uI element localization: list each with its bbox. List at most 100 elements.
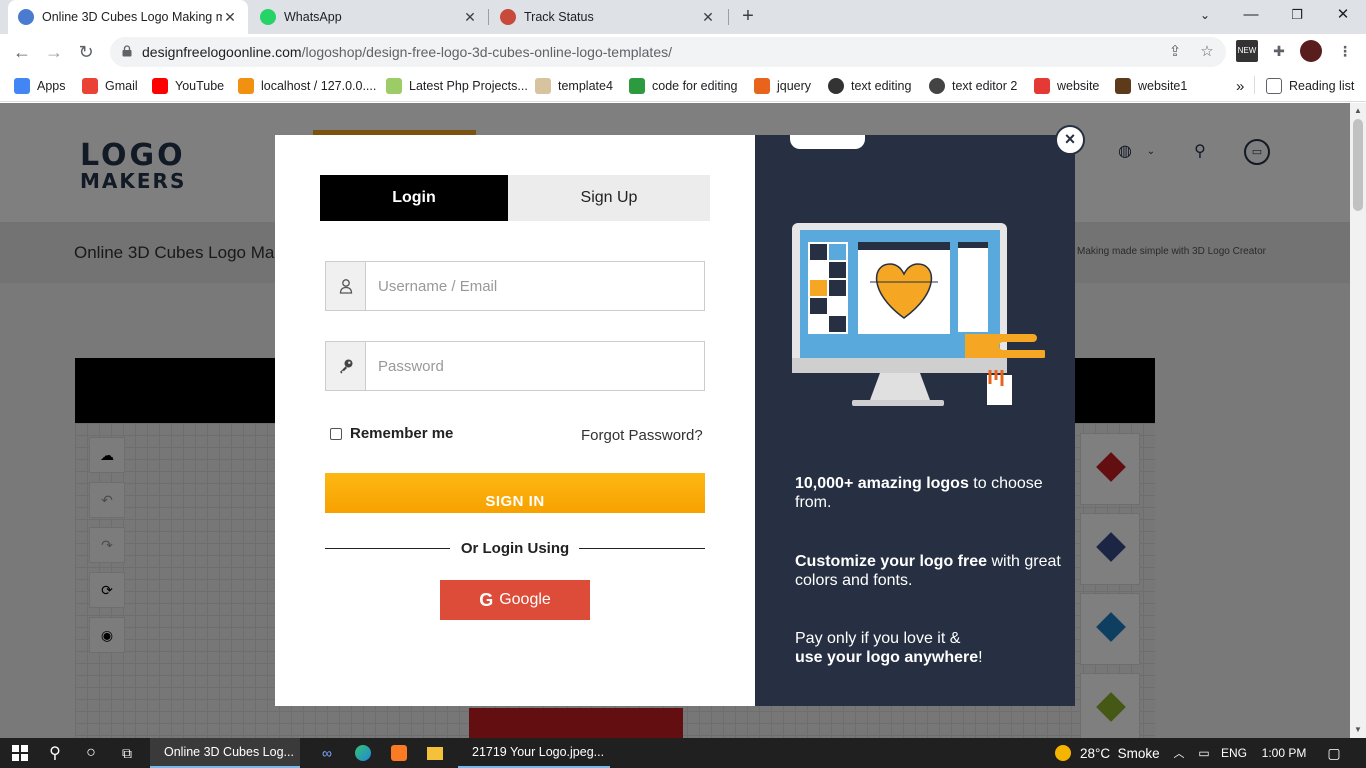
bookmark-php-projects[interactable]: Latest Php Projects... xyxy=(386,76,528,96)
search-icon[interactable]: ⚲ xyxy=(42,738,68,768)
remember-label: Remember me xyxy=(350,425,454,442)
clock[interactable]: 1:00 PM xyxy=(1256,738,1312,768)
tab-title: Online 3D Cubes Logo Making m xyxy=(42,10,222,24)
browser-tab-whatsapp[interactable]: WhatsApp ✕ xyxy=(250,0,488,34)
infinity-app-icon[interactable]: ∞ xyxy=(314,738,340,768)
url-path: /logoshop/design-free-logo-3d-cubes-onli… xyxy=(301,44,673,60)
bookmark-text-editor-2[interactable]: text editor 2 xyxy=(929,76,1017,96)
remember-me[interactable]: Remember me xyxy=(330,425,453,442)
cortana-icon[interactable]: ○ xyxy=(78,738,104,768)
google-label: Google xyxy=(499,591,551,608)
scrollbar-thumb[interactable] xyxy=(1353,119,1363,211)
language-indicator[interactable]: ENG xyxy=(1218,738,1250,768)
battery-icon[interactable]: ▭ xyxy=(1194,738,1214,768)
reading-list-label: Reading list xyxy=(1289,79,1355,93)
bookmark-youtube[interactable]: YouTube xyxy=(152,76,224,96)
browser-tab-track-status[interactable]: Track Status ✕ xyxy=(490,0,726,34)
url-domain: designfreelogoonline.com xyxy=(142,44,302,60)
bookmark-label: localhost / 127.0.0.... xyxy=(261,79,377,93)
restore-button[interactable]: ❐ xyxy=(1274,0,1320,34)
sign-in-button[interactable]: SIGN IN xyxy=(325,473,705,513)
promo-pay-text: Pay only if you love it & xyxy=(795,630,961,647)
code-icon xyxy=(629,78,645,94)
promo-pay-bold: use your logo anywhere xyxy=(795,649,979,666)
minimize-button[interactable]: — xyxy=(1228,0,1274,34)
bookmark-code-for-editing[interactable]: code for editing xyxy=(629,76,737,96)
tab-login[interactable]: Login xyxy=(320,175,508,221)
tray-chevron-up-icon[interactable]: ︿ xyxy=(1170,738,1188,768)
bookmark-label: code for editing xyxy=(652,79,738,93)
taskbar-chrome-app[interactable]: Online 3D Cubes Log... xyxy=(150,738,300,768)
reload-icon[interactable]: ↻ xyxy=(74,40,98,64)
tab-close-icon[interactable]: ✕ xyxy=(222,9,238,26)
more-bookmarks-chevron-icon[interactable]: » xyxy=(1236,76,1244,96)
browser-tab-active[interactable]: Online 3D Cubes Logo Making m ✕ xyxy=(8,0,248,34)
reading-list-icon xyxy=(1266,78,1282,94)
taskbar-chrome-label: Online 3D Cubes Log... xyxy=(164,745,294,759)
username-field xyxy=(325,261,705,311)
extension-new-icon[interactable]: NEW xyxy=(1236,40,1258,62)
reading-list-button[interactable]: Reading list xyxy=(1266,76,1354,96)
task-view-icon[interactable]: ⧉ xyxy=(114,738,140,768)
track-status-icon xyxy=(500,9,516,25)
close-window-button[interactable]: ✕ xyxy=(1320,0,1366,34)
bookmark-label: Gmail xyxy=(105,79,138,93)
forgot-password-link[interactable]: Forgot Password? xyxy=(581,427,703,444)
bookmark-label: Apps xyxy=(37,79,66,93)
tab-signup[interactable]: Sign Up xyxy=(508,175,710,221)
or-login-divider: Or Login Using xyxy=(325,539,705,559)
new-tab-button[interactable]: + xyxy=(736,5,760,29)
website1-icon xyxy=(1115,78,1131,94)
bookmark-template4[interactable]: template4 xyxy=(535,76,613,96)
xampp-icon[interactable] xyxy=(386,738,412,768)
file-explorer-icon[interactable] xyxy=(422,738,448,768)
bookmark-gmail[interactable]: Gmail xyxy=(82,76,138,96)
bookmarks-bar: Apps Gmail YouTube localhost / 127.0.0..… xyxy=(0,70,1366,102)
bookmark-text-editing[interactable]: text editing xyxy=(828,76,911,96)
address-bar[interactable]: designfreelogoonline.com/logoshop/design… xyxy=(110,37,1226,67)
gmail-icon xyxy=(82,78,98,94)
taskbar-photo-label: 21719 Your Logo.jpeg... xyxy=(472,745,605,759)
password-input[interactable] xyxy=(366,342,704,390)
bookmark-jquery[interactable]: jquery xyxy=(754,76,811,96)
edge-logo xyxy=(355,745,371,761)
back-icon[interactable]: ← xyxy=(10,40,34,64)
user-icon xyxy=(326,262,366,310)
weather-text[interactable]: 28°C Smoke xyxy=(1080,738,1170,768)
template-icon xyxy=(535,78,551,94)
bookmark-localhost[interactable]: localhost / 127.0.0.... xyxy=(238,76,376,96)
share-icon[interactable]: ⇪ xyxy=(1166,43,1184,61)
bookmark-label: YouTube xyxy=(175,79,225,93)
scroll-down-icon[interactable]: ▼ xyxy=(1350,725,1366,734)
modal-close-button[interactable]: × xyxy=(1055,125,1085,155)
bookmark-website1[interactable]: website1 xyxy=(1115,76,1187,96)
tab-title: WhatsApp xyxy=(284,10,342,24)
forward-icon[interactable]: → xyxy=(42,40,66,64)
edge-icon[interactable] xyxy=(350,738,376,768)
jquery-icon xyxy=(754,78,770,94)
google-login-button[interactable]: G Google xyxy=(440,580,590,620)
bookmark-apps[interactable]: Apps xyxy=(14,76,66,96)
bookmark-star-icon[interactable]: ☆ xyxy=(1198,43,1216,61)
auth-tabs: Login Sign Up xyxy=(320,175,710,221)
profile-avatar[interactable] xyxy=(1300,40,1322,62)
tab-search-icon[interactable]: ⌄ xyxy=(1182,0,1228,34)
promo-panel: 10,000+ amazing logos to choose from. Cu… xyxy=(755,135,1075,706)
menu-kebab-icon[interactable]: ⋮ xyxy=(1334,40,1356,62)
remember-checkbox[interactable] xyxy=(330,427,342,440)
notifications-icon[interactable]: ▢ xyxy=(1322,738,1346,768)
windows-start-icon[interactable] xyxy=(6,738,34,768)
scroll-up-icon[interactable]: ▲ xyxy=(1350,106,1366,115)
divider-line-right xyxy=(579,548,705,549)
username-input[interactable] xyxy=(366,262,704,310)
extensions-puzzle-icon[interactable]: ✚ xyxy=(1268,40,1290,62)
bookmark-website[interactable]: website xyxy=(1034,76,1099,96)
tab-close-icon[interactable]: ✕ xyxy=(462,9,478,26)
bookmark-label: jquery xyxy=(777,79,812,93)
taskbar-photo-app[interactable]: 21719 Your Logo.jpeg... xyxy=(458,738,610,768)
page-scrollbar[interactable]: ▲ ▼ xyxy=(1350,103,1366,738)
tab-separator xyxy=(488,9,489,25)
bookmark-label: website xyxy=(1057,79,1100,93)
tab-close-icon[interactable]: ✕ xyxy=(700,9,716,26)
folder-logo xyxy=(427,746,443,760)
